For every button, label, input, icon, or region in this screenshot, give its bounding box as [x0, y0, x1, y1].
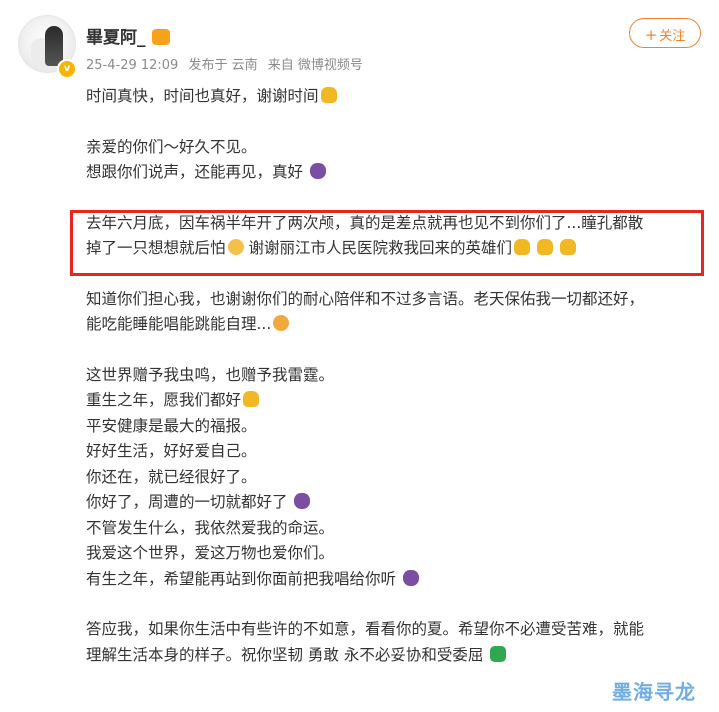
plus-icon: + — [644, 26, 658, 44]
verified-badge-icon: v — [57, 59, 77, 79]
paragraph-1: 时间真快，时间也真好，谢谢时间 — [86, 84, 706, 110]
praying-hands-icon — [513, 239, 530, 255]
text-line: 答应我，如果你生活中有些许的不如意，看看你的夏。希望你不必遭受苦难，就能 — [86, 620, 645, 638]
post-date[interactable]: 25-4-29 12:09 — [86, 58, 178, 73]
post-meta: 25-4-29 12:09 发布于 云南 来自 微博视频号 — [86, 54, 369, 73]
crying-face-icon — [273, 315, 290, 331]
text-line: 时间真快，时间也真好，谢谢时间 — [86, 87, 319, 105]
purple-flower-icon — [294, 493, 311, 509]
text-line: 理解生活本身的样子。祝你坚韧 勇敢 永不必妥协和受委屈 — [86, 645, 484, 664]
text-line: 亲爱的你们～好久不见。 — [86, 137, 257, 156]
purple-flower-icon — [402, 569, 419, 586]
post-source[interactable]: 来自 微博视频号 — [268, 58, 363, 73]
praying-hands-icon — [243, 391, 260, 407]
text-line: 去年六月底，因车祸半年开了两次颅，真的是差点就再也见不到你们了...瞳孔都散 — [86, 213, 644, 232]
paragraph-4: 知道你们担心我，也谢谢你们的耐心陪伴和不过多言语。老天保佑我一切都还好， 能吃能… — [86, 287, 706, 338]
text-line: 不管发生什么，我依然爱我的命运。 — [86, 518, 335, 537]
purple-flower-icon — [309, 163, 326, 179]
text-line: 谢谢丽江市人民医院救我回来的英雄们 — [248, 239, 512, 257]
text-line: 重生之年，愿我们都好 — [86, 391, 242, 409]
text-line: 我爱这个世界，爱这万物也爱你们。 — [86, 544, 335, 562]
post-location: 发布于 云南 — [188, 58, 258, 73]
text-line: 好好生活，好好爱自己。 — [86, 442, 257, 460]
praying-hands-icon — [320, 87, 337, 103]
text-line: 你还在，就已经很好了。 — [86, 467, 257, 486]
username[interactable]: 畢夏阿_ — [86, 28, 146, 48]
follow-button[interactable]: + 关注 — [629, 18, 701, 48]
text-line: 你好了，周遭的一切就都好了 — [86, 493, 288, 511]
text-line: 有生之年，希望能再站到你面前把我唱给你听 — [86, 569, 397, 588]
praying-hands-icon — [559, 239, 576, 255]
follow-label: 关注 — [659, 29, 686, 44]
post-content: 时间真快，时间也真好，谢谢时间 亲爱的你们～好久不见。 想跟你们说声，还能再见，… — [86, 84, 706, 693]
text-line: 这世界赠予我虫鸣，也赠予我雷霆。 — [86, 365, 335, 384]
username-row: 畢夏阿_ — [86, 23, 170, 48]
text-line: 能吃能睡能唱能跳能自理... — [86, 315, 272, 333]
paragraph-3: 去年六月底，因车祸半年开了两次颅，真的是差点就再也见不到你们了...瞳孔都散 掉… — [86, 211, 706, 262]
four-leaf-clover-icon — [490, 645, 507, 662]
praying-hands-icon — [536, 239, 553, 255]
paragraph-5: 这世界赠予我虫鸣，也赠予我雷霆。 重生之年，愿我们都好 平安健康是最大的福报。 … — [86, 363, 706, 593]
text-line: 想跟你们说声，还能再见，真好 — [86, 163, 304, 181]
paragraph-2: 亲爱的你们～好久不见。 想跟你们说声，还能再见，真好 — [86, 135, 706, 186]
text-line: 掉了一只想想就后怕 — [86, 239, 226, 257]
member-badge-icon[interactable] — [151, 29, 170, 45]
text-line: 平安健康是最大的福报。 — [86, 416, 257, 435]
watermark: 墨海寻龙 — [612, 680, 696, 704]
fearful-face-icon — [227, 239, 244, 255]
text-line: 知道你们担心我，也谢谢你们的耐心陪伴和不过多言语。老天保佑我一切都还好， — [86, 289, 645, 308]
paragraph-6: 答应我，如果你生活中有些许的不如意，看看你的夏。希望你不必遭受苦难，就能 理解生… — [86, 617, 706, 668]
